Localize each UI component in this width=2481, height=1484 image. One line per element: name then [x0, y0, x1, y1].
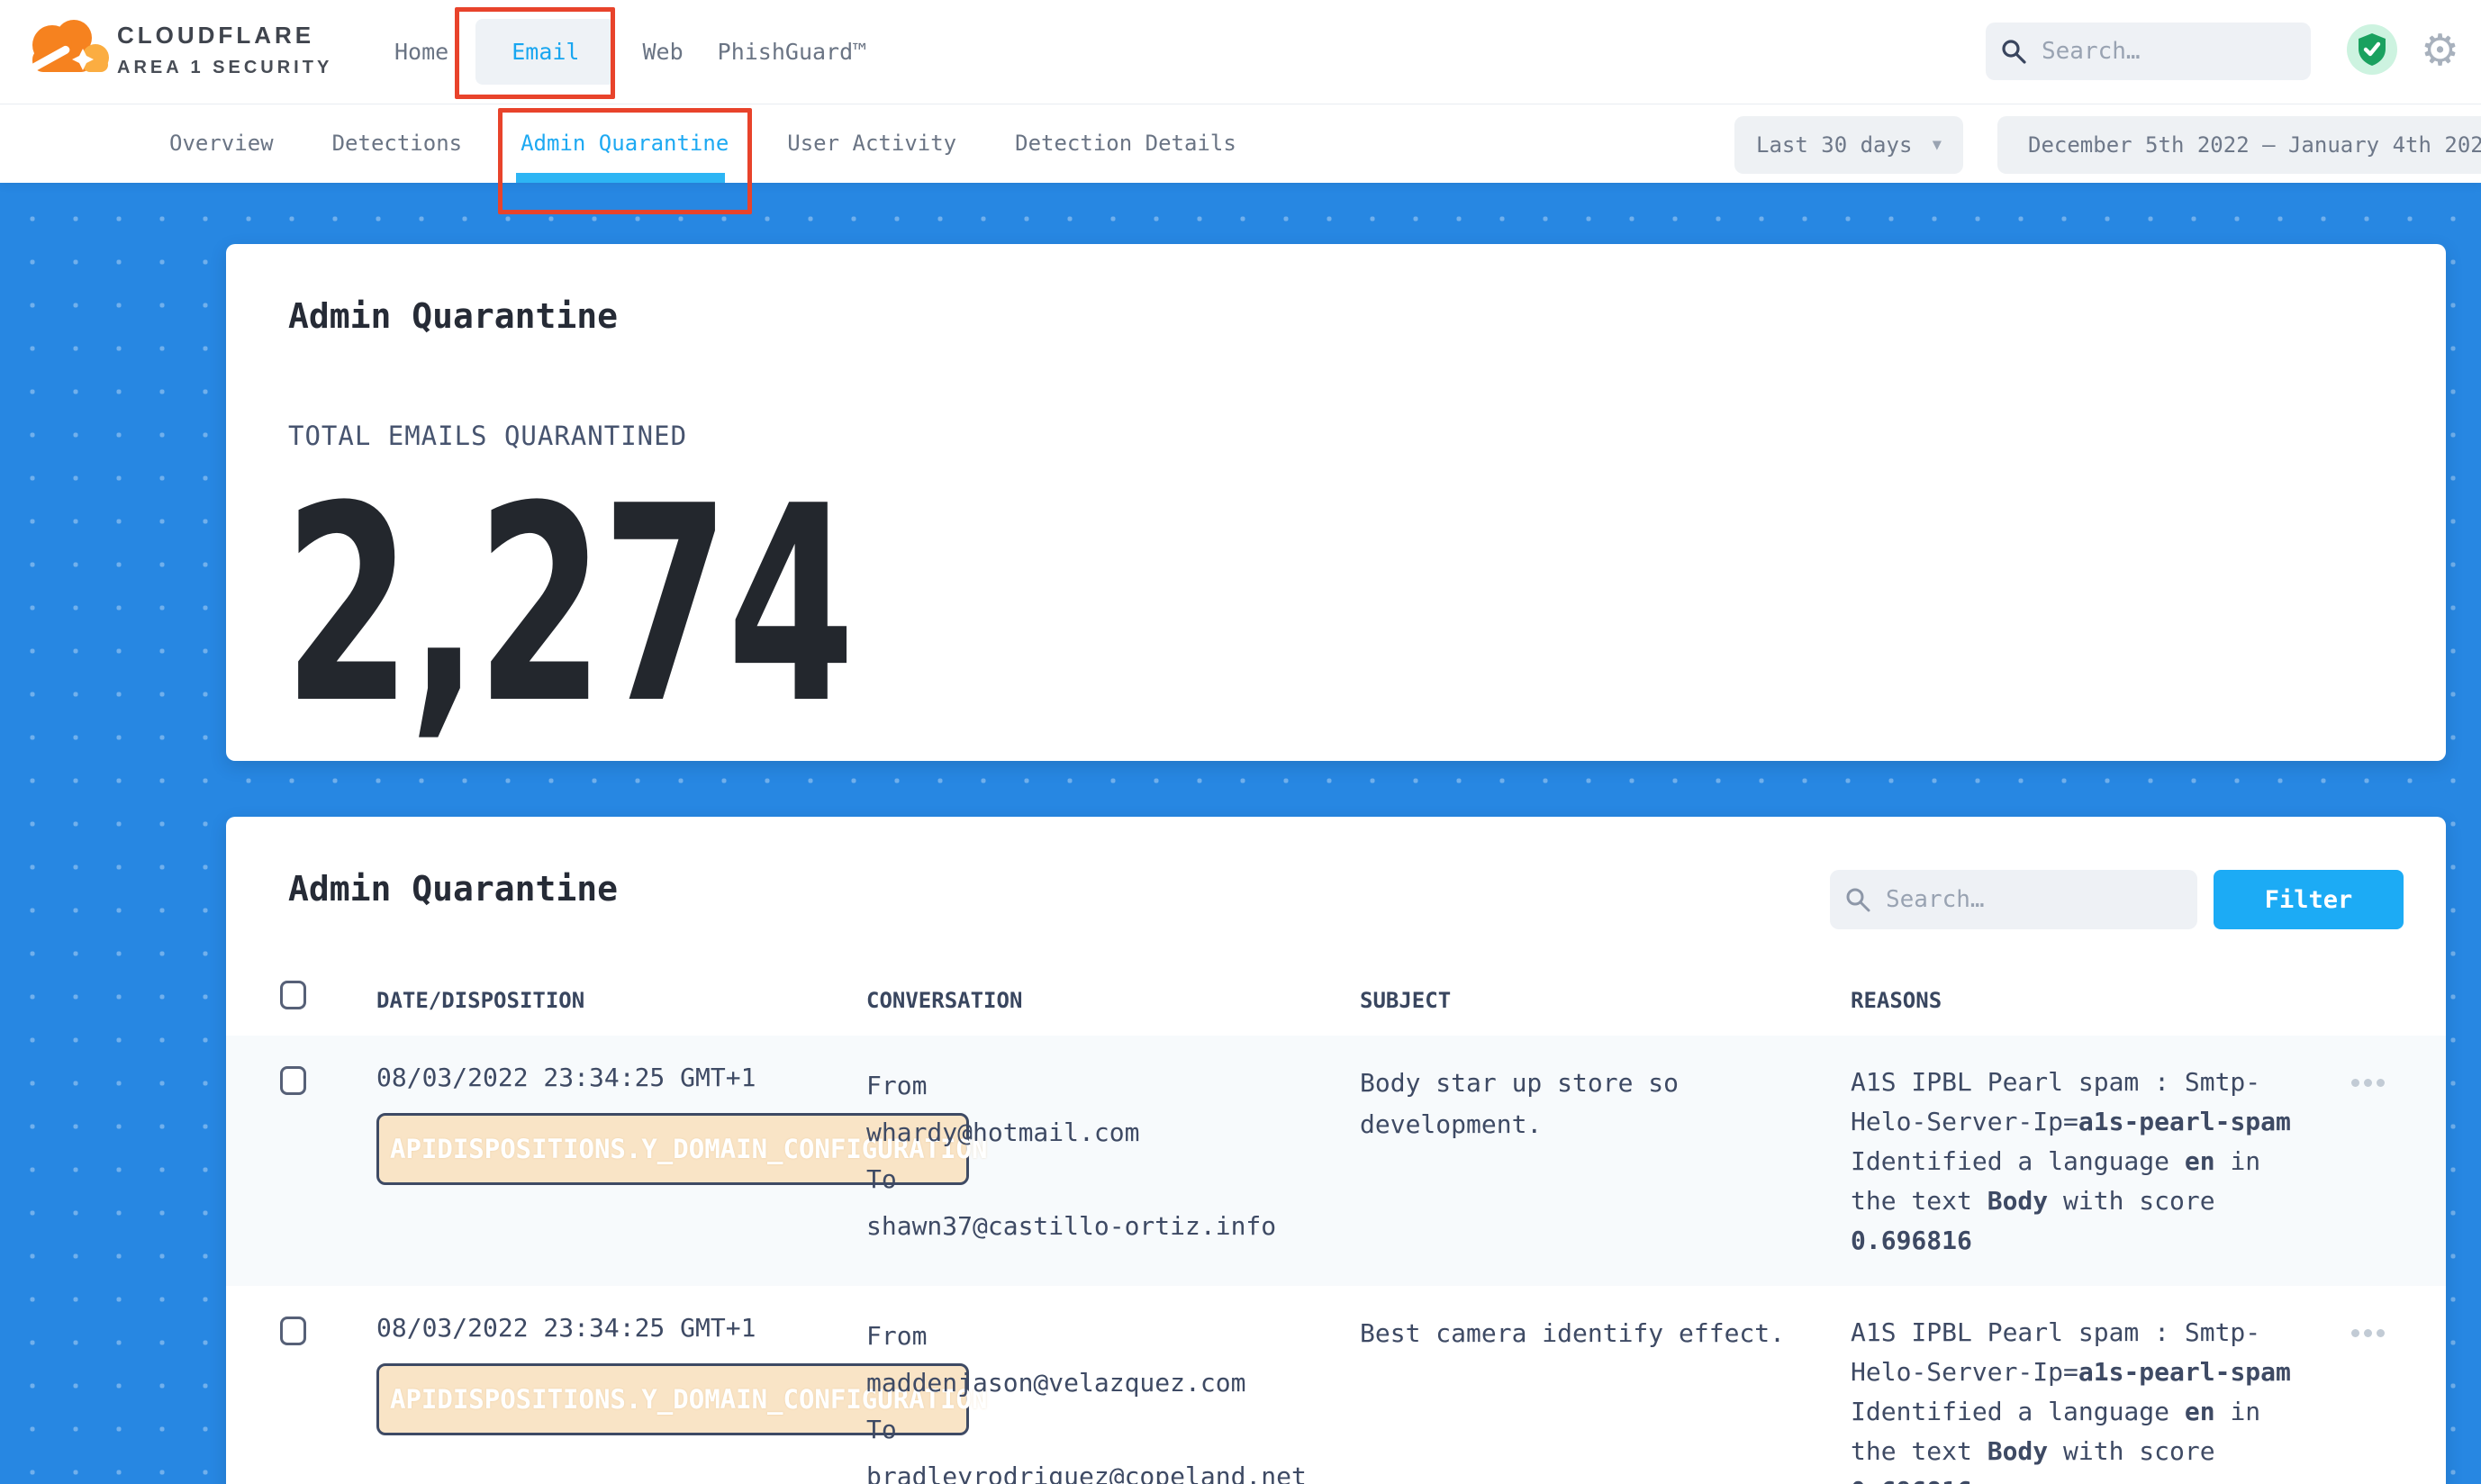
table-row: 08/03/2022 23:34:25 GMT+1 APIDISPOSITION… [226, 1286, 2446, 1484]
protection-status-badge[interactable] [2347, 24, 2397, 75]
table-row: 08/03/2022 23:34:25 GMT+1 APIDISPOSITION… [226, 1036, 2446, 1286]
date-range-display[interactable]: December 5th 2022 — January 4th 2023 [1997, 116, 2481, 174]
tab-user-activity[interactable]: User Activity [787, 131, 956, 156]
tab-detection-details[interactable]: Detection Details [1015, 131, 1236, 156]
row-subject: Body star up store so development. [1360, 1063, 1679, 1145]
row-subject: Best camera identify effect. [1360, 1313, 1785, 1354]
date-range-text: December 5th 2022 — January 4th 2023 [2028, 132, 2481, 158]
chevron-down-icon: ▼ [1933, 136, 1942, 154]
nav-item-email[interactable]: Email [475, 19, 615, 85]
email-section-nav: Overview Detections Admin Quarantine Use… [0, 104, 2481, 183]
nav-item-phishguard[interactable]: PhishGuard™ [711, 39, 874, 65]
row-date: 08/03/2022 23:34:25 GMT+1 [376, 1063, 756, 1092]
shield-check-icon [2357, 32, 2387, 67]
summary-card-title: Admin Quarantine [288, 296, 618, 336]
section-tabs: Overview Detections Admin Quarantine Use… [169, 104, 1236, 183]
date-range-dropdown[interactable]: Last 30 days ▼ [1734, 116, 1963, 174]
cloudflare-cloud-logo-icon [23, 14, 113, 88]
row-conversation: From maddenjason@velazquez.com To bradle… [866, 1313, 1307, 1484]
total-emails-value: 2,274 [284, 471, 853, 741]
table-search-input[interactable] [1884, 885, 2113, 914]
content-background: Admin Quarantine TOTAL EMAILS QUARANTINE… [0, 183, 2481, 1484]
active-tab-underline [516, 173, 725, 183]
brand-name: CLOUDFLARE [117, 22, 332, 50]
column-header-subject[interactable]: SUBJECT [1360, 988, 1451, 1013]
column-header-reasons[interactable]: REASONS [1851, 988, 1942, 1013]
total-emails-label: TOTAL EMAILS QUARANTINED [288, 421, 687, 451]
tab-admin-quarantine[interactable]: Admin Quarantine [521, 131, 729, 156]
row-conversation: From whardy@hotmail.com To shawn37@casti… [866, 1063, 1276, 1250]
row-checkbox[interactable] [280, 1317, 306, 1345]
row-actions-menu-icon[interactable] [2351, 1079, 2385, 1087]
quarantine-table-card: Admin Quarantine Filter DATE/DISPOSITION… [226, 817, 2446, 1484]
table-card-title: Admin Quarantine [288, 869, 618, 909]
brand-block: CLOUDFLARE AREA 1 SECURITY [117, 22, 332, 78]
table-search[interactable] [1830, 870, 2197, 929]
row-reasons: A1S IPBL Pearl spam : Smtp- Helo-Server-… [1851, 1063, 2355, 1261]
date-range-dropdown-label: Last 30 days [1756, 132, 1912, 158]
row-checkbox[interactable] [280, 1066, 306, 1095]
search-icon [1844, 886, 1871, 913]
tab-detections[interactable]: Detections [332, 131, 463, 156]
top-navigation: Home Email Web PhishGuard™ [387, 0, 874, 104]
row-reasons: A1S IPBL Pearl spam : Smtp- Helo-Server-… [1851, 1313, 2355, 1484]
row-actions-menu-icon[interactable] [2351, 1329, 2385, 1337]
global-search-input[interactable] [2040, 37, 2268, 66]
gear-icon[interactable]: ⚙ [2421, 23, 2459, 77]
quarantine-summary-card: Admin Quarantine TOTAL EMAILS QUARANTINE… [226, 244, 2446, 761]
column-header-conversation[interactable]: CONVERSATION [866, 988, 1022, 1013]
search-icon [2000, 38, 2027, 65]
row-date: 08/03/2022 23:34:25 GMT+1 [376, 1313, 756, 1343]
column-header-date-disposition[interactable]: DATE/DISPOSITION [376, 988, 584, 1013]
area1-security-dashboard: CLOUDFLARE AREA 1 SECURITY Home Email We… [0, 0, 2481, 1484]
nav-item-home[interactable]: Home [387, 39, 456, 65]
select-all-checkbox[interactable] [280, 981, 306, 1009]
nav-item-web[interactable]: Web [635, 39, 690, 65]
top-header: CLOUDFLARE AREA 1 SECURITY Home Email We… [0, 0, 2481, 104]
tab-overview[interactable]: Overview [169, 131, 274, 156]
brand-subtitle: AREA 1 SECURITY [117, 58, 332, 78]
global-search[interactable] [1986, 23, 2311, 80]
filter-button[interactable]: Filter [2214, 870, 2404, 929]
